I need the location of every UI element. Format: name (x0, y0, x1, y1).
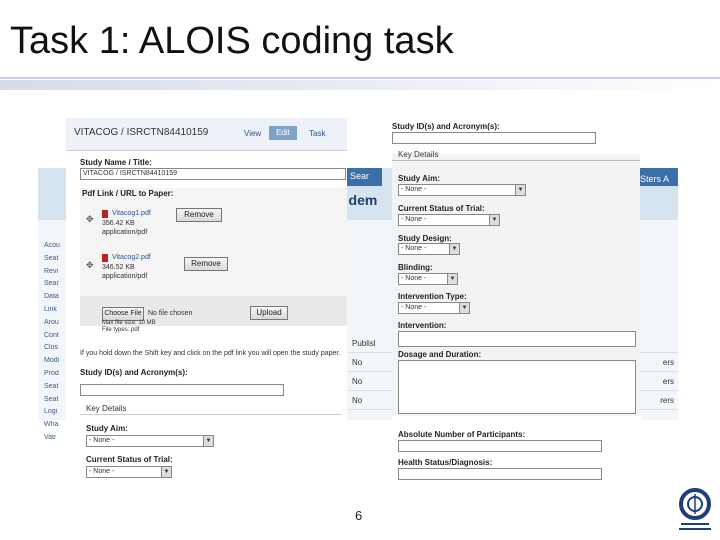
study-aim-value: - None - (89, 437, 115, 444)
study-name-input[interactable]: VITACOG / ISRCTN84410159 (80, 168, 346, 180)
dropdown-arrow-icon: ▼ (515, 185, 525, 195)
dropdown-arrow-icon: ▼ (459, 303, 469, 313)
intervention-type-select[interactable]: - None - ▼ (398, 302, 470, 314)
shift-click-note: If you hold down the Shift key and click… (80, 350, 341, 357)
right-study-aim-select[interactable]: - None - ▼ (398, 184, 526, 196)
dropdown-arrow-icon: ▼ (447, 274, 457, 284)
right-trial-status-select[interactable]: - None - ▼ (398, 214, 500, 226)
tab-edit[interactable]: Edit (269, 126, 297, 140)
blinding-value: - None - (401, 275, 427, 282)
file1-type: application/pdf (102, 229, 148, 236)
table-header: Publisl (352, 339, 376, 348)
blinding-label: Blinding: (398, 263, 433, 272)
health-status-label: Health Status/Diagnosis: (398, 458, 493, 467)
file2-type: application/pdf (102, 273, 148, 280)
right-trial-status-value: - None - (401, 216, 427, 223)
file2-link[interactable]: Vitacog2.pdf (112, 254, 151, 261)
table-cell: ers (662, 377, 674, 386)
table-cell: No (352, 396, 363, 405)
record-id: VITACOG / ISRCTN84410159 (74, 127, 209, 138)
no-file-text: No file chosen (148, 310, 193, 317)
study-aim-label: Study Aim: (86, 424, 128, 433)
site-nav-tab-right-label: Sters A (640, 174, 670, 184)
trial-status-label: Current Status of Trial: (86, 455, 173, 464)
study-design-value: - None - (401, 245, 427, 252)
pdf-label: Pdf Link / URL to Paper: (82, 189, 174, 198)
divider (80, 414, 342, 415)
right-key-details-label: Key Details (398, 150, 439, 159)
file2-size: 346.52 KB (102, 264, 135, 271)
left-edit-form: VITACOG / ISRCTN84410159 View Edit Task … (66, 118, 347, 488)
tab-view[interactable]: View (244, 129, 261, 138)
tab-task[interactable]: Task (309, 129, 325, 138)
upload-button[interactable]: Upload (250, 306, 288, 320)
upload-hint-size: Max file size: 10 MB (102, 320, 156, 326)
study-ids-label: Study ID(s) and Acronym(s): (80, 368, 188, 377)
dosage-label: Dosage and Duration: (398, 350, 482, 359)
participants-label: Absolute Number of Participants: (398, 430, 526, 439)
trial-status-value: - None - (89, 468, 115, 475)
divider (392, 160, 640, 161)
blinding-select[interactable]: - None - ▼ (398, 273, 458, 285)
title-band (0, 80, 720, 90)
dropdown-arrow-icon: ▼ (161, 467, 171, 477)
health-status-input[interactable] (398, 468, 602, 480)
site-nav-tab-label: Sear (350, 171, 370, 181)
right-study-aim-label: Study Aim: (398, 174, 440, 183)
remove-file2-button[interactable]: Remove (184, 257, 228, 271)
organization-logo-icon (679, 488, 711, 530)
choose-file-button[interactable]: Choose File (102, 307, 144, 321)
table-cell: rers (660, 396, 674, 405)
intervention-type-label: Intervention Type: (398, 292, 467, 301)
dropdown-arrow-icon: ▼ (203, 436, 213, 446)
pdf-icon (102, 210, 108, 218)
file1-link[interactable]: Vitacog1.pdf (112, 210, 151, 217)
table-cell: No (352, 358, 363, 367)
right-study-aim-value: - None - (401, 186, 427, 193)
remove-file1-button[interactable]: Remove (176, 208, 222, 222)
plus-icon[interactable]: ✥ (86, 260, 94, 271)
trial-status-select[interactable]: - None - ▼ (86, 466, 172, 478)
title-divider (0, 77, 720, 79)
intervention-type-value: - None - (401, 304, 427, 311)
intervention-label: Intervention: (398, 321, 447, 330)
slide-title: Task 1: ALOIS coding task (10, 20, 454, 62)
plus-icon[interactable]: ✥ (86, 214, 94, 225)
dosage-textarea[interactable] (398, 360, 636, 414)
study-design-select[interactable]: - None - ▼ (398, 243, 460, 255)
right-study-ids-input[interactable] (392, 132, 596, 144)
right-study-ids-label: Study ID(s) and Acronym(s): (392, 122, 500, 131)
key-details-label: Key Details (86, 404, 127, 413)
participants-input[interactable] (398, 440, 602, 452)
dropdown-arrow-icon: ▼ (489, 215, 499, 225)
intervention-textarea[interactable] (398, 331, 636, 347)
study-design-label: Study Design: (398, 234, 452, 243)
dropdown-arrow-icon: ▼ (449, 244, 459, 254)
right-edit-form: Study ID(s) and Acronym(s): Key Details … (392, 116, 642, 496)
study-aim-select[interactable]: - None - ▼ (86, 435, 214, 447)
pdf-icon (102, 254, 108, 262)
file1-size: 356.42 KB (102, 220, 135, 227)
right-form-lower (392, 416, 642, 496)
table-cell: No (352, 377, 363, 386)
table-cell: ers (662, 358, 674, 367)
upload-hint-type: File types: pdf (102, 327, 140, 333)
right-trial-status-label: Current Status of Trial: (398, 204, 485, 213)
study-name-label: Study Name / Title: (80, 158, 152, 167)
page-number: 6 (355, 508, 363, 523)
study-ids-input[interactable] (80, 384, 284, 396)
